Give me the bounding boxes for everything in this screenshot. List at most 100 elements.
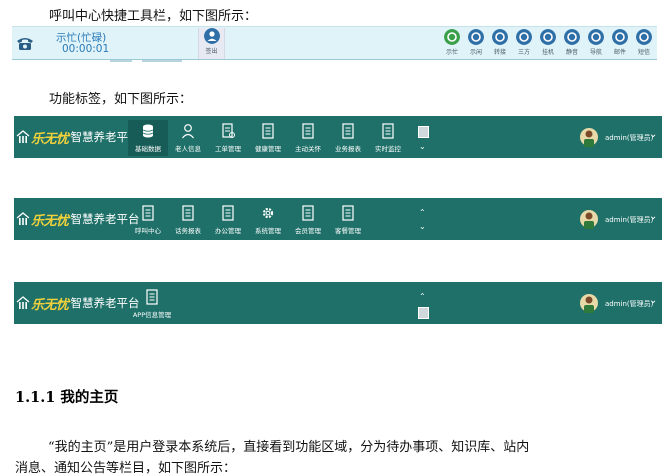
user-menu-caret-icon[interactable]: ⌄ bbox=[649, 211, 657, 222]
nav-tab-label: 主动关怀 bbox=[295, 145, 321, 153]
chevron-up-icon[interactable]: ⌃ bbox=[419, 208, 426, 218]
user-name[interactable]: admin(管理员) bbox=[605, 299, 653, 309]
brand-name-highlight: 乐无忧 bbox=[31, 213, 69, 229]
toolbar-button-2[interactable]: 示闲 bbox=[464, 29, 488, 59]
nav-bar-3: 乐无忧 智慧养老平台 APP信息管理 ⌃ admin(管理员) ⌄ bbox=[14, 282, 662, 324]
nav-tab-1[interactable]: 呼叫中心 bbox=[128, 202, 168, 238]
nav-tab-2[interactable]: 老人信息 bbox=[168, 120, 208, 156]
toolbar-button-label: 导航 bbox=[589, 49, 602, 56]
document-icon bbox=[302, 205, 314, 221]
user-menu-caret-icon[interactable]: ⌄ bbox=[649, 295, 657, 306]
nav-tab-label: APP信息管理 bbox=[132, 311, 172, 319]
gear-icon bbox=[262, 207, 274, 219]
nav-tab-label: 工单管理 bbox=[215, 145, 241, 153]
building-logo-icon bbox=[16, 296, 30, 309]
call-center-toolbar: 示忙(忙碌) 00:00:01 签出 示忙 示闲 转接 三方 挂机 静音 导航 邮件 短信 bbox=[12, 26, 657, 62]
nav-tab-label: 业务报表 bbox=[335, 145, 361, 153]
idle-icon bbox=[468, 29, 484, 45]
nav-tab-7[interactable]: 实时监控 bbox=[368, 120, 408, 156]
toolbar-button-9[interactable]: 短信 bbox=[632, 29, 656, 59]
user-name[interactable]: admin(管理员) bbox=[605, 133, 653, 143]
toolbar-button-6[interactable]: 静音 bbox=[560, 29, 584, 59]
nav-tab-label: 健康管理 bbox=[255, 145, 281, 153]
toolbar-button-label: 示忙 bbox=[445, 49, 458, 56]
brand-name-highlight: 乐无忧 bbox=[31, 297, 69, 313]
nav-tab-6[interactable]: 客餐管理 bbox=[328, 202, 368, 238]
nav-tab-3[interactable]: 工单管理 bbox=[208, 120, 248, 156]
nav-tab-label: 基础数据 bbox=[135, 145, 161, 153]
user-avatar[interactable] bbox=[580, 292, 598, 314]
document-icon bbox=[342, 205, 354, 221]
nav-tab-2[interactable]: 话务报表 bbox=[168, 202, 208, 238]
nav-tab-4[interactable]: 健康管理 bbox=[248, 120, 288, 156]
paragraph-tabs-intro: 功能标签，如下图所示： bbox=[49, 92, 193, 107]
nav-tab-1[interactable]: APP信息管理 bbox=[132, 286, 172, 322]
document-icon bbox=[262, 123, 274, 139]
chevron-down-icon[interactable]: ⌄ bbox=[419, 222, 426, 232]
signout-user-icon bbox=[203, 28, 220, 44]
chevron-down-icon[interactable]: ⌄ bbox=[419, 142, 426, 152]
sms-icon bbox=[636, 29, 652, 45]
building-logo-icon bbox=[16, 130, 30, 143]
nav-tab-5[interactable]: 主动关怀 bbox=[288, 120, 328, 156]
nav-tab-1[interactable]: 基础数据 bbox=[128, 120, 168, 156]
signout-button[interactable]: 签出 bbox=[198, 28, 225, 59]
user-menu-caret-icon[interactable]: ⌄ bbox=[649, 129, 657, 140]
nav-tab-label: 呼叫中心 bbox=[135, 227, 161, 235]
toolbar-button-1[interactable]: 示忙 bbox=[440, 29, 464, 59]
brand-name-highlight: 乐无忧 bbox=[31, 131, 69, 147]
toolbar-button-3[interactable]: 转接 bbox=[488, 29, 512, 59]
section-heading: 1.1.1 我的主页 bbox=[15, 389, 119, 406]
chevron-up-icon[interactable]: ⌃ bbox=[419, 292, 426, 302]
platform-logo: 乐无忧 智慧养老平台 bbox=[16, 127, 140, 147]
document-icon bbox=[146, 289, 158, 305]
toolbar-button-label: 短信 bbox=[637, 49, 650, 56]
hangup-icon bbox=[540, 29, 556, 45]
nav-bar-2: 乐无忧 智慧养老平台 呼叫中心 话务报表 办公管理 系统管理 会员管理 客餐管理 ⌃ ⌄ … bbox=[14, 198, 662, 240]
work-order-icon bbox=[222, 123, 235, 138]
toolbar-button-label: 示闲 bbox=[469, 49, 482, 56]
scroll-down-button[interactable] bbox=[418, 307, 429, 319]
document-icon bbox=[142, 205, 154, 221]
user-avatar[interactable] bbox=[580, 126, 598, 148]
nav-tab-label: 实时监控 bbox=[375, 145, 401, 153]
toolbar-button-label: 邮件 bbox=[613, 49, 626, 56]
paragraph-homepage-line2: 消息、通知公告等栏目，如下图所示： bbox=[15, 461, 237, 476]
nav-tab-label: 系统管理 bbox=[255, 227, 281, 235]
mute-icon bbox=[564, 29, 580, 45]
document-icon bbox=[222, 205, 234, 221]
status-timer: 00:00:01 bbox=[62, 43, 110, 55]
navigate-icon bbox=[588, 29, 604, 45]
toolbar-button-7[interactable]: 导航 bbox=[584, 29, 608, 59]
nav-tab-label: 客餐管理 bbox=[335, 227, 361, 235]
toolbar-divider bbox=[110, 60, 132, 62]
toolbar-button-label: 挂机 bbox=[541, 49, 554, 56]
nav-tab-4[interactable]: 系统管理 bbox=[248, 202, 288, 238]
nav-bar-1: 乐无忧 智慧养老平台 基础数据 老人信息 工单管理 健康管理 主动关怀 业务报表 实时监控 … bbox=[14, 116, 662, 158]
person-icon bbox=[182, 124, 194, 139]
phone-answer-icon bbox=[444, 29, 460, 45]
nav-tab-label: 老人信息 bbox=[175, 145, 201, 153]
brand-name: 智慧养老平台 bbox=[70, 296, 140, 310]
user-name[interactable]: admin(管理员) bbox=[605, 215, 653, 225]
database-icon bbox=[142, 124, 154, 138]
document-icon bbox=[182, 205, 194, 221]
nav-tab-5[interactable]: 会员管理 bbox=[288, 202, 328, 238]
platform-logo: 乐无忧 智慧养老平台 bbox=[16, 209, 140, 229]
toolbar-button-label: 三方 bbox=[517, 49, 530, 56]
toolbar-button-4[interactable]: 三方 bbox=[512, 29, 536, 59]
scroll-up-button[interactable] bbox=[418, 126, 429, 138]
document-icon bbox=[382, 123, 394, 139]
signout-label: 签出 bbox=[205, 48, 218, 55]
toolbar-button-5[interactable]: 挂机 bbox=[536, 29, 560, 59]
toolbar-divider bbox=[142, 60, 182, 62]
paragraph-homepage-line1: “我的主页”是用户登录本系统后，直接看到功能区域，分为待办事项、知识库、站内 bbox=[48, 440, 530, 455]
mail-icon bbox=[612, 29, 628, 45]
user-avatar[interactable] bbox=[580, 208, 598, 230]
toolbar-button-8[interactable]: 邮件 bbox=[608, 29, 632, 59]
toolbar-button-label: 转接 bbox=[493, 49, 506, 56]
nav-tab-6[interactable]: 业务报表 bbox=[328, 120, 368, 156]
paragraph-toolbar-intro: 呼叫中心快捷工具栏，如下图所示： bbox=[49, 9, 258, 24]
toolbar-button-label: 静音 bbox=[565, 49, 578, 56]
nav-tab-3[interactable]: 办公管理 bbox=[208, 202, 248, 238]
